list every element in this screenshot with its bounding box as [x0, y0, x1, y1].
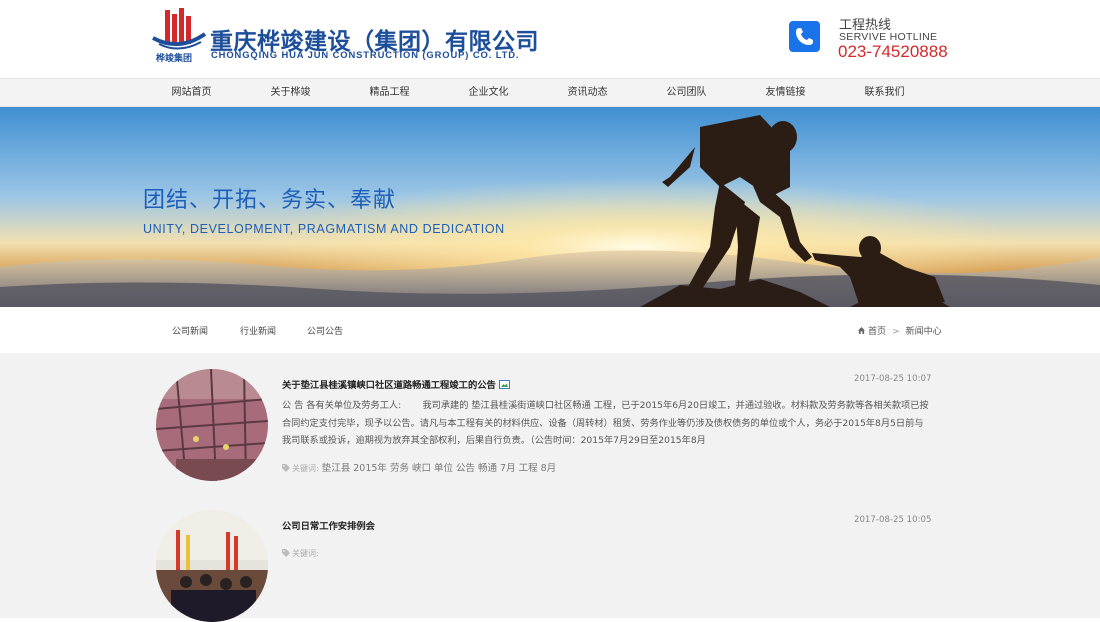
subnav-industry-news[interactable]: 行业新闻	[240, 324, 276, 337]
subnav-announcements[interactable]: 公司公告	[307, 324, 343, 337]
news-title-text: 关于垫江县桂溪镇峡口社区道路畅通工程竣工的公告	[282, 380, 496, 391]
nav-item-about[interactable]: 关于桦竣	[241, 79, 340, 106]
news-summary: 公 告 各有关单位及劳务工人: 我司承建的 垫江县桂溪街道峡口社区畅通 工程，已…	[282, 400, 929, 446]
company-name-en: CHONGQING HUA JUN CONSTRUCTION (GROUP) C…	[211, 49, 520, 60]
main-nav: 网站首页 关于桦竣 精品工程 企业文化 资讯动态 公司团队 友情链接 联系我们	[0, 78, 1100, 107]
tag-icon	[282, 464, 290, 472]
image-icon	[498, 380, 510, 389]
banner-slogan-en: UNITY, DEVELOPMENT, PRAGMATISM AND DEDIC…	[143, 222, 505, 236]
keywords-label: 关键词:	[292, 464, 319, 473]
subnav-company-news[interactable]: 公司新闻	[172, 324, 208, 337]
breadcrumb-current[interactable]: 新闻中心	[906, 327, 942, 337]
site-header: 桦竣集团 重庆桦竣建设（集团）有限公司 CHONGQING HUA JUN CO…	[0, 0, 1100, 78]
news-keywords: 关键词: 垫江县 2015年 劳务 峡口 单位 公告 畅通 7月 工程 8月	[282, 460, 556, 474]
phone-icon	[789, 21, 820, 52]
nav-item-team[interactable]: 公司团队	[637, 79, 736, 106]
news-title-link[interactable]: 公司日常工作安排例会	[282, 518, 375, 532]
news-list: 关于垫江县桂溪镇峡口社区道路畅通工程竣工的公告 2017-08-25 10:07…	[0, 353, 1100, 622]
hero-banner: 团结、开拓、务实、奉献 UNITY, DEVELOPMENT, PRAGMATI…	[0, 107, 1100, 307]
news-date: 2017-08-25 10:05	[854, 515, 932, 525]
logo-text: 桦竣集团	[155, 52, 192, 64]
news-keywords: 关键词:	[282, 548, 319, 559]
hotline-number: 023-74520888	[838, 42, 948, 61]
tag-icon	[282, 549, 290, 557]
nav-item-home[interactable]: 网站首页	[142, 79, 241, 106]
news-title-link[interactable]: 关于垫江县桂溪镇峡口社区道路畅通工程竣工的公告	[282, 377, 510, 391]
keywords-values[interactable]: 垫江县 2015年 劳务 峡口 单位 公告 畅通 7月 工程 8月	[322, 463, 556, 474]
keywords-label: 关键词:	[292, 549, 319, 558]
company-logo[interactable]: 桦竣集团	[151, 8, 207, 66]
breadcrumb: 首页 > 新闻中心	[858, 324, 942, 337]
nav-item-links[interactable]: 友情链接	[736, 79, 835, 106]
nav-item-news[interactable]: 资讯动态	[538, 79, 637, 106]
nav-item-projects[interactable]: 精品工程	[340, 79, 439, 106]
nav-item-contact[interactable]: 联系我们	[835, 79, 934, 106]
news-thumbnail[interactable]	[156, 369, 268, 481]
news-subnav: 公司新闻 行业新闻 公司公告 首页 > 新闻中心	[0, 307, 1100, 353]
news-thumbnail[interactable]	[156, 510, 268, 622]
home-icon	[858, 327, 865, 334]
banner-slogan-cn: 团结、开拓、务实、奉献	[143, 188, 397, 213]
nav-item-culture[interactable]: 企业文化	[439, 79, 538, 106]
news-date: 2017-08-25 10:07	[854, 374, 932, 384]
breadcrumb-home[interactable]: 首页	[868, 327, 886, 337]
breadcrumb-separator: >	[892, 327, 900, 337]
